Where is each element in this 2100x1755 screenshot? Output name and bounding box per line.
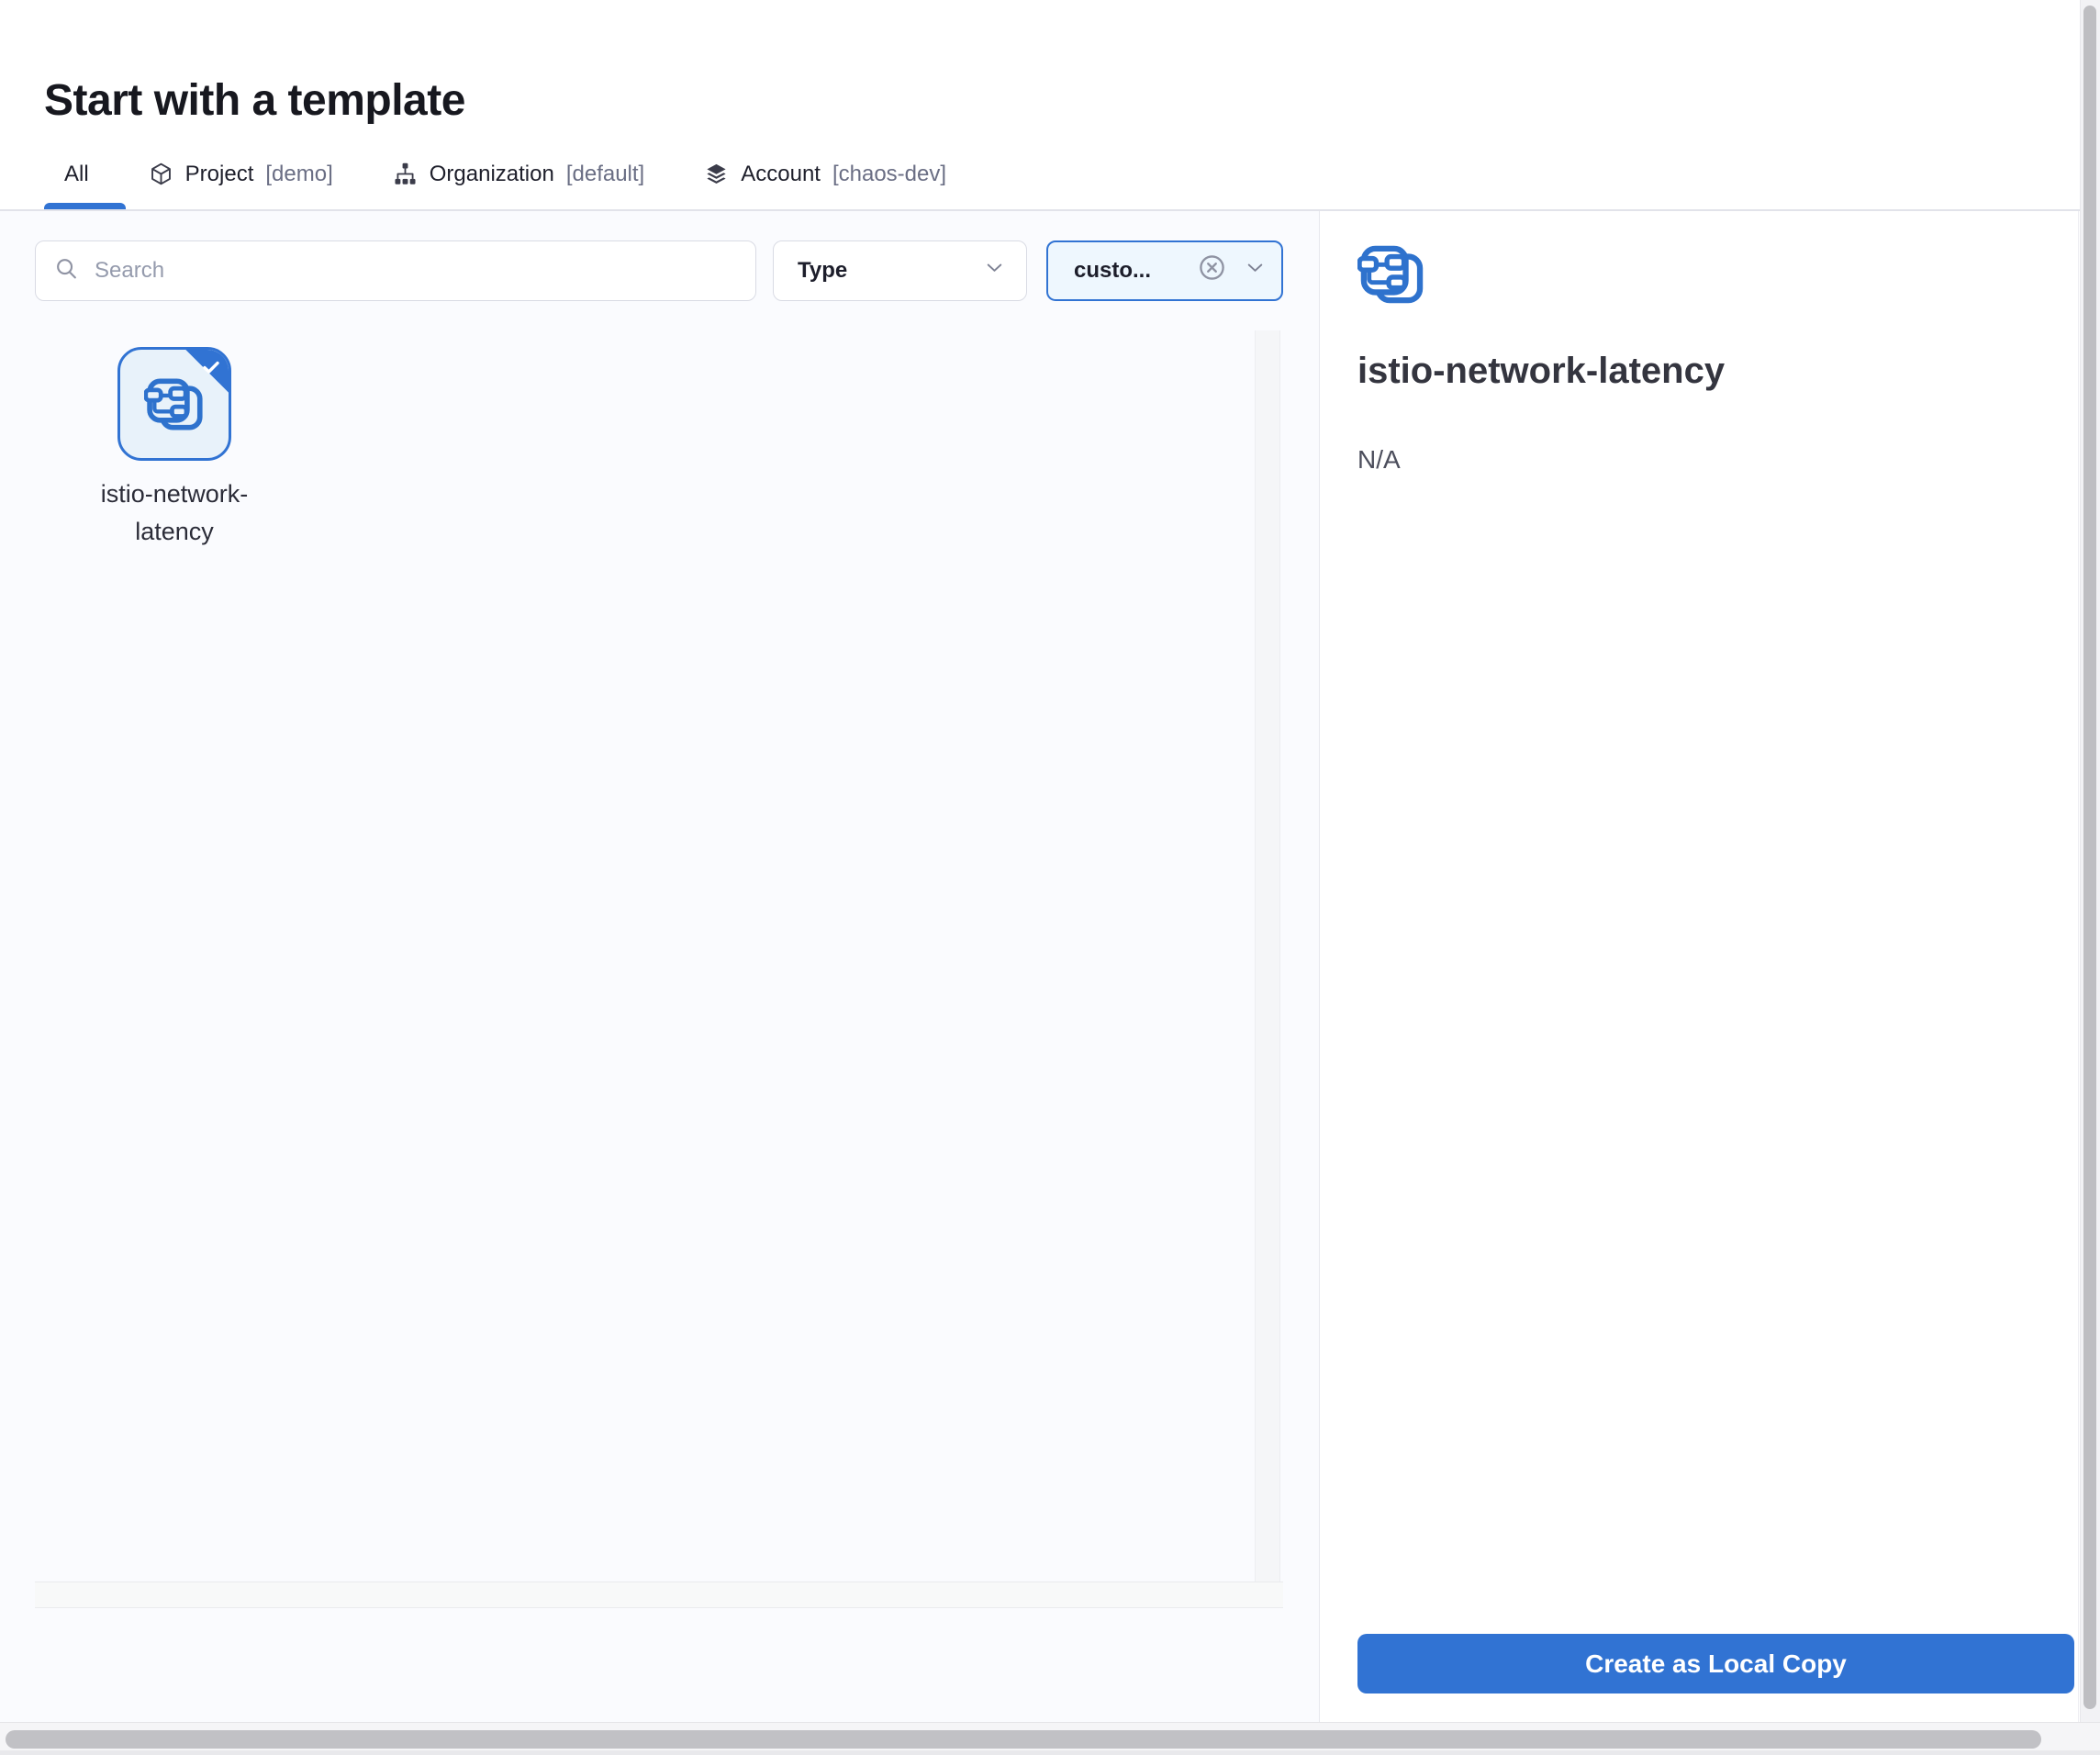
page-vertical-scrollbar-thumb[interactable] xyxy=(2083,6,2096,1709)
grid-vertical-scrollbar-track xyxy=(1255,330,1280,1582)
check-icon xyxy=(200,356,222,383)
tab-account-scope: [chaos-dev] xyxy=(832,162,946,187)
template-card-istio-network-latency[interactable]: istio-network-latency xyxy=(81,347,268,551)
tab-project-scope: [demo] xyxy=(265,162,332,187)
template-name: istio-network-latency xyxy=(83,475,266,551)
search-box xyxy=(35,240,756,301)
workflow-icon xyxy=(144,377,205,431)
grid-horizontal-scrollbar-track xyxy=(35,1582,1283,1608)
create-as-local-copy-button[interactable]: Create as Local Copy xyxy=(1357,1634,2074,1694)
tab-project[interactable]: Project [demo] xyxy=(149,162,333,187)
circle-x-icon[interactable] xyxy=(1197,252,1227,289)
template-grid: istio-network-latency xyxy=(35,330,1283,1608)
page-title: Start with a template xyxy=(44,75,465,126)
workflow-icon xyxy=(1357,244,1425,305)
template-details-panel: istio-network-latency N/A Create as Loca… xyxy=(1319,211,2079,1722)
search-icon xyxy=(54,256,79,285)
page-horizontal-scrollbar-track xyxy=(0,1722,2100,1755)
layers-icon xyxy=(704,162,729,186)
tab-all-label: All xyxy=(64,162,89,187)
page-horizontal-scrollbar-thumb[interactable] xyxy=(6,1730,2041,1749)
search-input[interactable] xyxy=(93,257,737,285)
window-bottom-edge xyxy=(0,1750,2100,1755)
type-dropdown[interactable]: Type xyxy=(773,240,1027,301)
template-browser-panel: Type custo... xyxy=(0,211,1319,1722)
tag-filter-dropdown[interactable]: custo... xyxy=(1046,240,1283,301)
tab-account[interactable]: Account [chaos-dev] xyxy=(704,162,946,187)
tab-account-label: Account xyxy=(741,162,821,187)
type-dropdown-label: Type xyxy=(798,258,847,284)
tab-organization-label: Organization xyxy=(430,162,554,187)
scope-tabs: All Project [demo] Organization [default… xyxy=(64,138,946,210)
template-tile xyxy=(117,347,231,461)
chevron-down-icon xyxy=(1244,256,1267,285)
tab-all[interactable]: All xyxy=(64,162,89,187)
page-vertical-scrollbar-track xyxy=(2080,0,2100,1722)
tab-project-label: Project xyxy=(185,162,254,187)
chevron-down-icon xyxy=(983,256,1006,285)
template-detail-title: istio-network-latency xyxy=(1357,351,1725,392)
cube-icon xyxy=(149,162,173,186)
tab-organization-scope: [default] xyxy=(566,162,644,187)
template-detail-description: N/A xyxy=(1357,445,1401,475)
tab-organization[interactable]: Organization [default] xyxy=(393,162,644,187)
tag-filter-label: custo... xyxy=(1074,258,1180,284)
org-chart-icon xyxy=(393,162,418,186)
